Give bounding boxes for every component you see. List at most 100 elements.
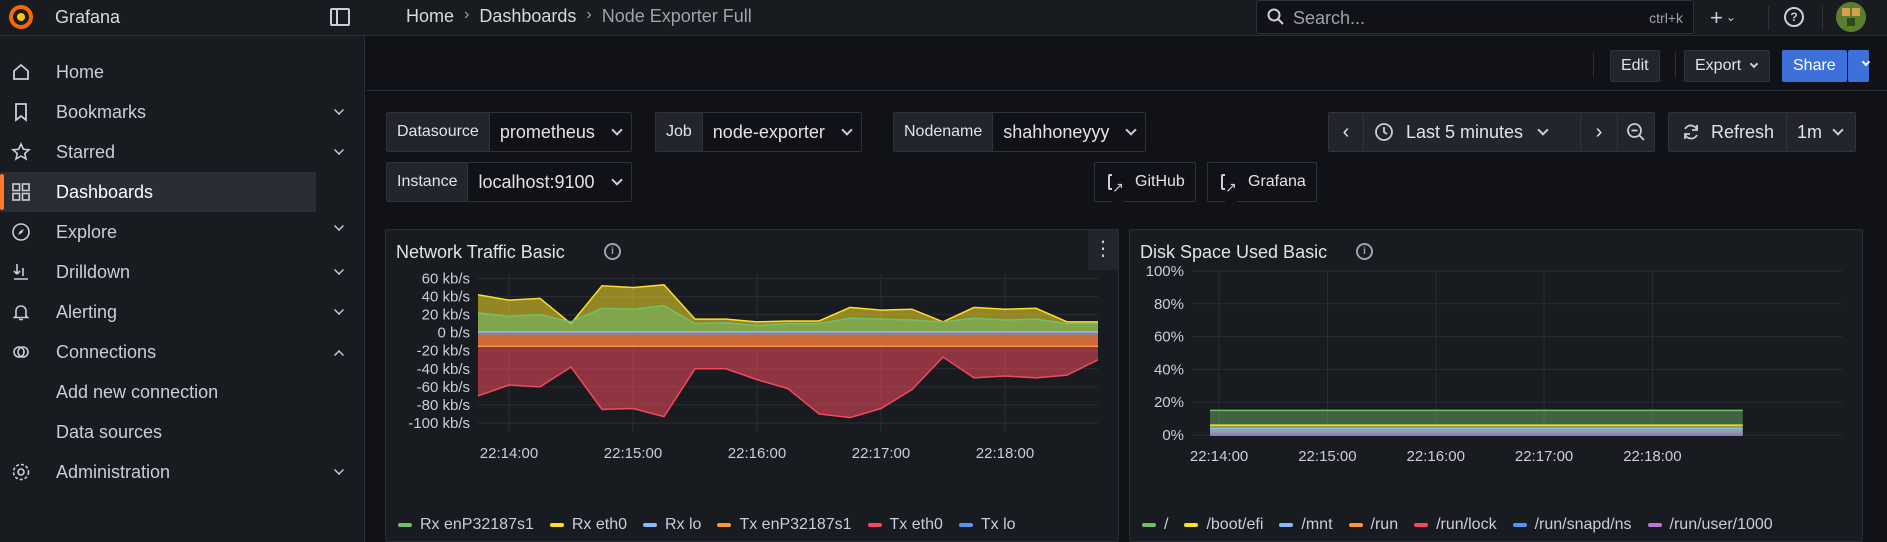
panel-network-traffic[interactable]: Network Traffic Basic i ⋮ 60 kb/s 40 kb/s… bbox=[385, 229, 1119, 542]
legend-item[interactable]: /boot/efi bbox=[1184, 516, 1263, 534]
variable-job[interactable]: Job node-exporter bbox=[655, 112, 862, 152]
chevron-down-icon bbox=[1861, 57, 1871, 67]
panel-menu-button[interactable]: ⋮ bbox=[1088, 230, 1118, 270]
sidebar-item-drilldown[interactable]: Drilldown bbox=[0, 252, 365, 292]
sidebar-item-starred[interactable]: Starred bbox=[0, 132, 365, 172]
y-tick-label: 40 kb/s bbox=[422, 289, 470, 306]
breadcrumb-home[interactable]: Home bbox=[406, 6, 454, 27]
sidebar-item-administration[interactable]: Administration bbox=[0, 452, 365, 492]
legend-item[interactable]: /mnt bbox=[1279, 516, 1333, 534]
sidebar-item-dashboards[interactable]: Dashboards bbox=[0, 172, 316, 212]
variable-value-select[interactable]: localhost:9100 bbox=[468, 163, 630, 201]
refresh-interval-picker[interactable]: 1m bbox=[1787, 113, 1855, 151]
zoom-out-button[interactable] bbox=[1618, 113, 1654, 151]
network-traffic-chart[interactable]: 60 kb/s40 kb/s20 kb/s0 b/s-20 kb/s-40 kb… bbox=[386, 266, 1120, 516]
legend-label: Tx eth0 bbox=[889, 516, 943, 533]
help-icon[interactable]: ? bbox=[1784, 7, 1804, 27]
legend-item[interactable]: Tx lo bbox=[958, 516, 1016, 534]
series-area-tx-enp32187s1 bbox=[478, 332, 1098, 347]
x-tick-label: 22:18:00 bbox=[1623, 448, 1681, 465]
panel-title: Network Traffic Basic bbox=[396, 242, 565, 262]
time-range-picker[interactable]: Last 5 minutes bbox=[1364, 113, 1581, 151]
info-icon[interactable]: i bbox=[604, 243, 621, 260]
new-menu-button[interactable]: + ⌄ bbox=[1710, 5, 1736, 31]
legend-swatch bbox=[643, 523, 657, 527]
external-link-icon bbox=[1108, 168, 1124, 206]
share-menu-button[interactable] bbox=[1848, 50, 1871, 82]
legend-swatch bbox=[717, 523, 732, 527]
legend-item[interactable]: / bbox=[1142, 516, 1168, 534]
info-icon[interactable]: i bbox=[1356, 243, 1373, 260]
legend-item[interactable]: /run bbox=[1348, 516, 1398, 534]
chevron-down-icon[interactable] bbox=[334, 145, 344, 155]
variable-instance[interactable]: Instance localhost:9100 bbox=[386, 162, 632, 202]
legend-item[interactable]: Tx enP32187s1 bbox=[717, 516, 852, 534]
refresh-group: Refresh 1m bbox=[1668, 112, 1856, 152]
sidebar-item-label: Drilldown bbox=[56, 262, 131, 282]
refresh-icon bbox=[1684, 124, 1698, 140]
legend-item[interactable]: Rx enP32187s1 bbox=[398, 516, 534, 534]
github-link-button[interactable]: GitHub bbox=[1094, 162, 1196, 206]
x-tick-label: 22:17:00 bbox=[1515, 448, 1573, 465]
edit-button[interactable]: Edit bbox=[1610, 50, 1660, 82]
breadcrumb-separator-icon: › bbox=[586, 6, 592, 23]
legend-swatch bbox=[1414, 523, 1429, 527]
sidebar-item-connections[interactable]: Connections bbox=[0, 332, 365, 372]
panel-disk-space[interactable]: Disk Space Used Basic i 100% 80% 60% 40% 20%… bbox=[1129, 229, 1863, 542]
y-tick-label: 60 kb/s bbox=[422, 271, 470, 288]
search-input[interactable]: Search... ctrl+k bbox=[1256, 0, 1694, 34]
sidebar: Home Bookmarks Starred Dashboards Explor… bbox=[0, 36, 365, 542]
x-tick-label: 22:14:00 bbox=[1190, 448, 1248, 465]
variable-value-select[interactable]: prometheus bbox=[490, 113, 631, 151]
grafana-logo[interactable] bbox=[8, 4, 34, 30]
sidebar-item-label: Dashboards bbox=[56, 182, 154, 202]
legend-item[interactable]: Tx eth0 bbox=[867, 516, 943, 534]
grafana-link-button[interactable]: Grafana bbox=[1207, 162, 1317, 206]
chevron-up-icon[interactable] bbox=[334, 350, 344, 360]
sidebar-item-alerting[interactable]: Alerting bbox=[0, 292, 365, 332]
legend-item[interactable]: Rx lo bbox=[643, 516, 701, 534]
share-button[interactable]: Share bbox=[1782, 50, 1847, 82]
sidebar-item-explore[interactable]: Explore bbox=[0, 212, 365, 252]
chevron-down-icon[interactable] bbox=[334, 265, 344, 275]
legend-item[interactable]: Rx eth0 bbox=[549, 516, 627, 534]
legend-label: /mnt bbox=[1301, 516, 1333, 533]
variable-value: localhost:9100 bbox=[478, 172, 595, 192]
variable-value-select[interactable]: shahhoneyyy bbox=[993, 113, 1145, 151]
refresh-button[interactable]: Refresh bbox=[1669, 113, 1787, 151]
legend-label: /boot/efi bbox=[1206, 516, 1264, 533]
chevron-down-icon[interactable] bbox=[334, 105, 344, 115]
divider bbox=[1822, 6, 1823, 30]
chevron-down-icon bbox=[611, 124, 623, 136]
bookmark-icon bbox=[15, 103, 27, 122]
variable-nodename[interactable]: Nodename shahhoneyyy bbox=[893, 112, 1147, 152]
variable-label: Job bbox=[656, 113, 703, 151]
time-back-button[interactable]: ‹ bbox=[1329, 113, 1364, 151]
legend-item[interactable]: /run/lock bbox=[1414, 516, 1497, 534]
y-tick-label: 80% bbox=[1154, 296, 1184, 313]
sidebar-item-data-sources[interactable]: Data sources bbox=[0, 412, 365, 452]
legend-item[interactable]: /run/snapd/ns bbox=[1512, 516, 1632, 534]
chevron-down-icon: ⌄ bbox=[1725, 10, 1736, 24]
chevron-down-icon[interactable] bbox=[334, 465, 344, 475]
brand-name[interactable]: Grafana bbox=[55, 7, 120, 28]
dock-menu-icon[interactable] bbox=[330, 8, 350, 26]
sidebar-item-bookmarks[interactable]: Bookmarks bbox=[0, 92, 365, 132]
disk-space-chart[interactable]: 100% 80% 60% 40% 20% 0% 22:14:00 22:15:00 22:16:… bbox=[1130, 266, 1864, 516]
breadcrumb-dashboards[interactable]: Dashboards bbox=[479, 6, 576, 27]
variable-label: Datasource bbox=[387, 113, 490, 151]
time-forward-button[interactable]: › bbox=[1581, 113, 1618, 151]
compass-icon bbox=[12, 223, 30, 241]
export-button[interactable]: Export bbox=[1684, 50, 1771, 82]
legend-item[interactable]: /run/user/1000 bbox=[1647, 516, 1773, 534]
y-tick-label: 20% bbox=[1154, 394, 1184, 411]
variable-datasource[interactable]: Datasource prometheus bbox=[386, 112, 632, 152]
legend-label: /run/user/1000 bbox=[1669, 516, 1773, 533]
chevron-down-icon[interactable] bbox=[334, 305, 344, 315]
sidebar-item-add-new-connection[interactable]: Add new connection bbox=[0, 372, 365, 412]
y-tick-label: 0 b/s bbox=[437, 325, 470, 342]
sidebar-item-home[interactable]: Home bbox=[0, 52, 365, 92]
avatar[interactable] bbox=[1836, 2, 1866, 32]
legend-label: Tx enP32187s1 bbox=[739, 516, 852, 533]
variable-value-select[interactable]: node-exporter bbox=[703, 113, 861, 151]
